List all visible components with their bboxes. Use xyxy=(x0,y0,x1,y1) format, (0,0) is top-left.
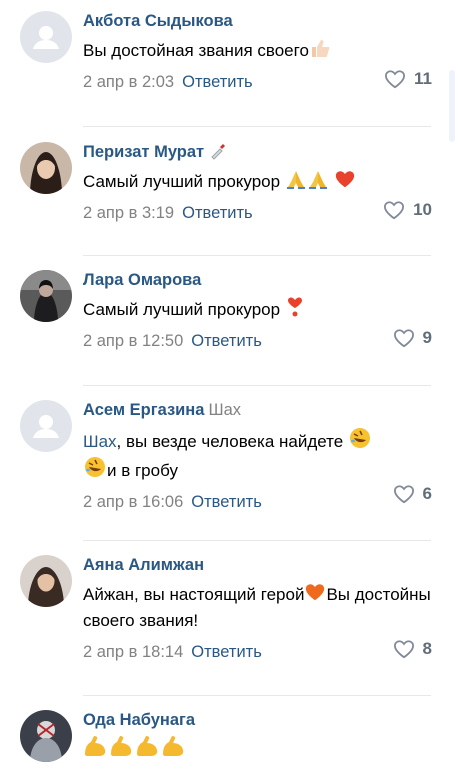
comment-meta: 2 апр в 16:06 Ответить xyxy=(83,492,432,512)
comment-date[interactable]: 2 апр в 2:03 xyxy=(83,73,174,91)
user-photo xyxy=(20,142,72,194)
reply-link[interactable]: Ответить xyxy=(191,643,262,661)
flexed-biceps-emoji-icon xyxy=(85,736,184,756)
avatar[interactable] xyxy=(20,400,72,452)
reply-link[interactable]: Ответить xyxy=(182,204,253,222)
syringe-emoji-icon xyxy=(211,144,225,160)
comment-author[interactable]: Перизат Мурат xyxy=(83,142,432,162)
like-button[interactable]: 8 xyxy=(393,639,432,659)
like-count: 10 xyxy=(413,200,432,219)
like-count: 11 xyxy=(414,69,432,88)
user-photo xyxy=(20,270,72,322)
comment-item: Перизат Мурат Самый лучший прокурор 2 ап… xyxy=(20,142,432,223)
avatar[interactable] xyxy=(20,270,72,322)
like-button[interactable]: 10 xyxy=(383,200,432,220)
comment-author[interactable]: Ода Набунага xyxy=(83,710,432,730)
divider xyxy=(83,695,431,696)
user-photo xyxy=(20,555,72,607)
comment-text: Шах, вы везде человека найдете и в гробу xyxy=(83,426,432,484)
like-button[interactable]: 11 xyxy=(384,69,432,89)
comment-text: Самый лучший прокурор xyxy=(83,168,432,195)
reply-link[interactable]: Ответить xyxy=(191,493,262,511)
divider xyxy=(83,126,431,127)
comment-item: Аяна Алимжан Айжан, вы настоящий герой Вы… xyxy=(20,555,432,662)
like-button[interactable]: 9 xyxy=(393,328,432,348)
reply-link[interactable]: Ответить xyxy=(191,332,262,350)
scrollbar[interactable] xyxy=(449,70,455,142)
rofl-emoji-icon xyxy=(85,457,105,477)
comment-date[interactable]: 2 апр в 18:14 xyxy=(83,643,183,661)
comment-author[interactable]: Аяна Алимжан xyxy=(83,555,432,575)
user-photo xyxy=(20,710,72,762)
comment-item: Асем Ергазина Шах Шах, вы везде человека … xyxy=(20,400,432,511)
comment-date[interactable]: 2 апр в 3:19 xyxy=(83,204,174,222)
heart-icon xyxy=(385,70,406,89)
comment-item: Лара Омарова Самый лучший прокурор 2 апр… xyxy=(20,270,432,351)
avatar[interactable] xyxy=(20,710,72,762)
comment-date[interactable]: 2 апр в 12:50 xyxy=(83,332,183,350)
comment-meta: 2 апр в 3:19 Ответить xyxy=(83,203,432,223)
heart-icon xyxy=(384,201,405,220)
avatar[interactable] xyxy=(20,11,72,63)
heart-icon xyxy=(393,640,414,659)
heart-icon xyxy=(393,485,414,504)
reply-link[interactable]: Ответить xyxy=(182,73,253,91)
comment-text: Самый лучший прокурор xyxy=(83,296,432,323)
comment-author[interactable]: Лара Омарова xyxy=(83,270,432,290)
like-count: 9 xyxy=(422,328,432,347)
like-button[interactable]: 6 xyxy=(393,484,432,504)
divider xyxy=(83,385,431,386)
mention-link[interactable]: Шах xyxy=(83,432,117,451)
divider xyxy=(83,540,431,541)
praying-hands-emoji-icon xyxy=(286,171,305,189)
comment-text: Айжан, вы настоящий герой Вы достойны сво… xyxy=(83,581,432,634)
orange-heart-emoji-icon xyxy=(306,584,325,601)
comment-item: Ода Набунага xyxy=(20,710,432,771)
comment-date[interactable]: 2 апр в 16:06 xyxy=(83,493,183,511)
like-count: 6 xyxy=(422,484,432,503)
user-placeholder-icon xyxy=(20,400,72,452)
praying-hands-emoji-icon xyxy=(308,171,327,189)
comment-meta: 2 апр в 12:50 Ответить xyxy=(83,331,432,351)
comment-text: Вы достойная звания своего xyxy=(83,37,432,64)
red-heart-emoji-icon xyxy=(335,171,354,188)
comment-item: Акбота Сыдыкова Вы достойная звания свое… xyxy=(20,11,432,92)
heart-icon xyxy=(393,329,414,348)
user-placeholder-icon xyxy=(20,11,72,63)
comment-author[interactable]: Асем Ергазина Шах xyxy=(83,400,432,420)
rofl-emoji-icon xyxy=(349,428,370,448)
avatar[interactable] xyxy=(20,555,72,607)
comment-meta: 2 апр в 2:03 Ответить xyxy=(83,72,432,92)
heart-exclamation-emoji-icon xyxy=(287,297,302,317)
comment-text xyxy=(83,734,432,763)
comment-meta: 2 апр в 18:14 Ответить xyxy=(83,642,432,662)
thumbs-up-emoji-icon xyxy=(311,40,330,57)
like-count: 8 xyxy=(422,639,432,658)
comment-author[interactable]: Акбота Сыдыкова xyxy=(83,11,432,31)
divider xyxy=(83,255,431,256)
reply-to-name[interactable]: Шах xyxy=(208,401,241,419)
avatar[interactable] xyxy=(20,142,72,194)
